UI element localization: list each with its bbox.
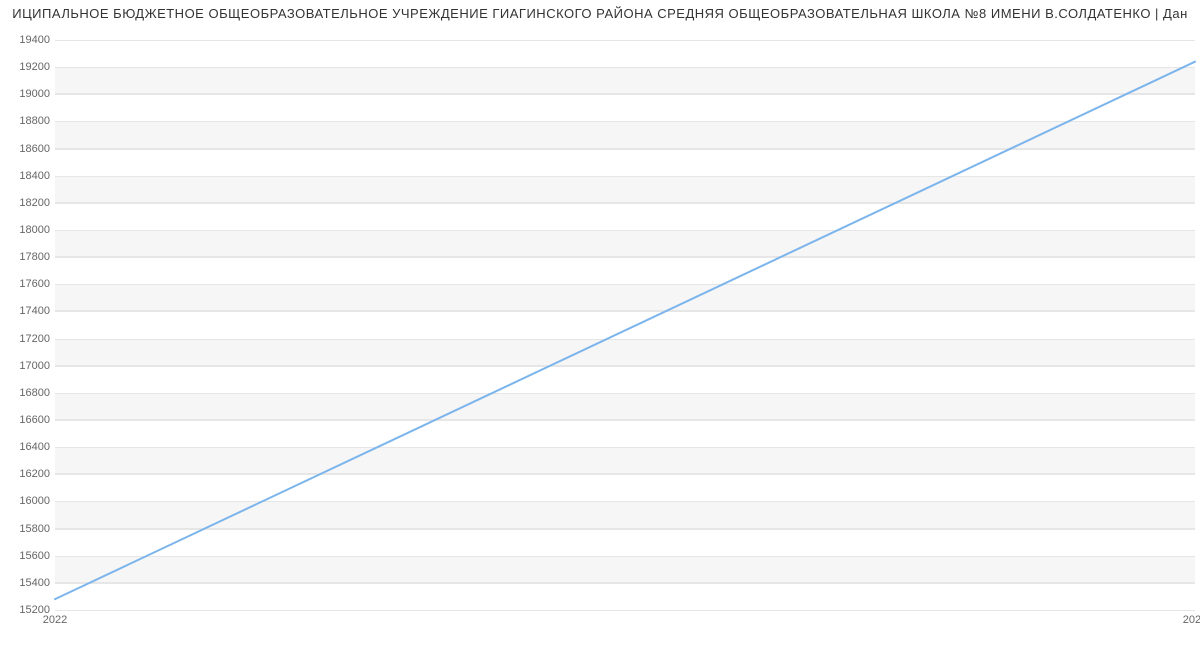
y-tick-label: 16800 (10, 387, 50, 399)
y-tick-label: 18200 (10, 197, 50, 209)
gridline (55, 610, 1195, 611)
y-tick-label: 15800 (10, 523, 50, 535)
y-tick-label: 15400 (10, 577, 50, 589)
y-tick-label: 17800 (10, 251, 50, 263)
x-tick-label: 2024 (1183, 614, 1200, 626)
y-tick-label: 17400 (10, 305, 50, 317)
y-tick-label: 15600 (10, 550, 50, 562)
y-tick-label: 19000 (10, 88, 50, 100)
y-tick-label: 17000 (10, 360, 50, 372)
y-tick-label: 18600 (10, 143, 50, 155)
y-tick-label: 19400 (10, 34, 50, 46)
y-tick-label: 16600 (10, 414, 50, 426)
chart-title: ИЦИПАЛЬНОЕ БЮДЖЕТНОЕ ОБЩЕОБРАЗОВАТЕЛЬНОЕ… (0, 0, 1200, 21)
plot-wrap (55, 40, 1195, 610)
y-tick-label: 16000 (10, 495, 50, 507)
y-tick-label: 17600 (10, 278, 50, 290)
y-tick-label: 19200 (10, 61, 50, 73)
x-tick-label: 2022 (43, 614, 67, 626)
y-tick-label: 18000 (10, 224, 50, 236)
y-tick-label: 16400 (10, 441, 50, 453)
y-tick-label: 18800 (10, 115, 50, 127)
line-layer (55, 40, 1195, 610)
y-tick-label: 17200 (10, 333, 50, 345)
series-line[interactable] (55, 62, 1195, 599)
y-tick-label: 16200 (10, 468, 50, 480)
y-tick-label: 18400 (10, 170, 50, 182)
